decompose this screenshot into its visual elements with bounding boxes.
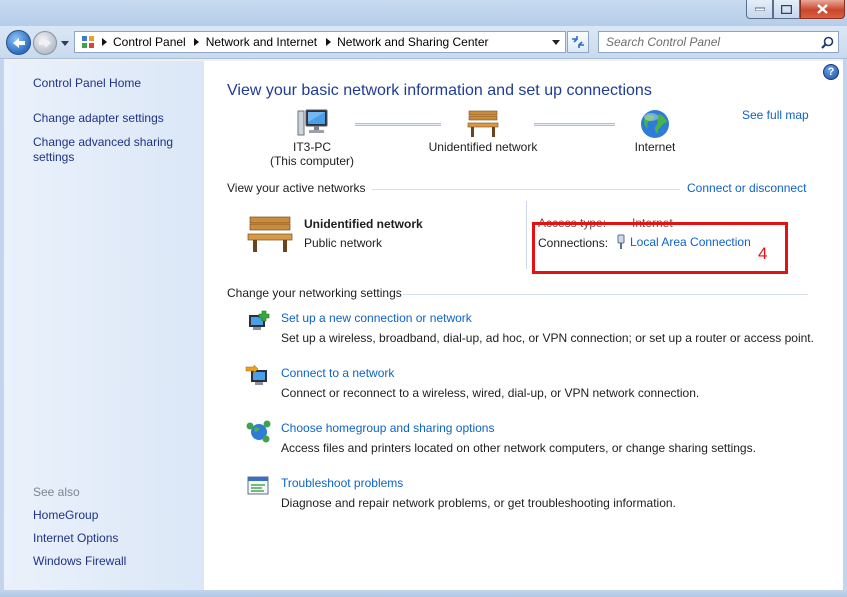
new-connection-icon: [245, 308, 271, 334]
close-button[interactable]: [800, 0, 845, 19]
connect-network-icon: [245, 363, 271, 389]
connect-or-disconnect-link[interactable]: Connect or disconnect: [687, 181, 806, 195]
globe-icon: [620, 108, 690, 140]
forward-button[interactable]: [33, 31, 57, 55]
breadcrumb: Control Panel Network and Internet Netwo…: [111, 32, 493, 52]
maximize-icon: [781, 4, 792, 14]
window-frame-bottom: [0, 590, 847, 597]
window-frame-right: [843, 59, 847, 590]
arrow-left-icon: [12, 37, 25, 48]
map-node-internet[interactable]: Internet: [620, 108, 690, 154]
search-box: [598, 31, 839, 53]
computer-name: IT3-PC: [292, 140, 331, 154]
troubleshoot-icon: [245, 473, 271, 499]
minimize-button[interactable]: [746, 0, 773, 19]
setup-connection-desc: Set up a wireless, broadband, dial-up, a…: [281, 331, 814, 345]
windows-firewall-link[interactable]: Windows Firewall: [33, 554, 198, 569]
close-icon: [817, 4, 828, 14]
connect-network-link[interactable]: Connect to a network: [281, 366, 394, 380]
help-icon: ?: [827, 66, 835, 78]
title-bar: [0, 0, 847, 26]
breadcrumb-network-and-sharing-center[interactable]: Network and Sharing Center: [335, 35, 492, 49]
navigation-bar: Control Panel Network and Internet Netwo…: [0, 26, 847, 59]
active-networks-title: View your active networks: [227, 181, 366, 195]
breadcrumb-chevron-icon[interactable]: [97, 32, 111, 52]
network-node-label: Unidentified network: [428, 140, 538, 154]
homegroup-sharing-link[interactable]: Choose homegroup and sharing options: [281, 421, 494, 435]
breadcrumb-control-panel[interactable]: Control Panel: [111, 35, 190, 49]
section-divider: [403, 294, 808, 295]
troubleshoot-desc: Diagnose and repair network problems, or…: [281, 496, 676, 510]
change-adapter-settings-link[interactable]: Change adapter settings: [33, 111, 198, 126]
active-network-category[interactable]: Public network: [304, 236, 382, 250]
search-input[interactable]: [599, 32, 809, 52]
setup-connection-link[interactable]: Set up a new connection or network: [281, 311, 472, 325]
caption-buttons: [746, 0, 845, 19]
bench-icon: [418, 108, 548, 140]
arrow-right-icon: [39, 38, 51, 48]
breadcrumb-chevron-icon[interactable]: [321, 32, 335, 52]
computer-note: (This computer): [269, 154, 355, 168]
networking-settings-title: Change your networking settings: [227, 286, 402, 300]
section-divider: [372, 189, 680, 190]
refresh-button[interactable]: [567, 31, 589, 53]
address-dropdown-button[interactable]: [551, 37, 561, 47]
homegroup-sharing-desc: Access files and printers located on oth…: [281, 441, 756, 455]
left-navigation-pane: Control Panel Home Change adapter settin…: [4, 61, 204, 590]
refresh-icon: [572, 36, 584, 48]
map-node-computer[interactable]: IT3-PC (This computer): [260, 108, 364, 168]
map-node-network[interactable]: Unidentified network: [418, 108, 548, 154]
see-full-map-link[interactable]: See full map: [742, 108, 809, 122]
connect-network-desc: Connect or reconnect to a wireless, wire…: [281, 386, 700, 400]
active-network-bench-icon: [246, 213, 294, 256]
troubleshoot-link[interactable]: Troubleshoot problems: [281, 476, 403, 490]
minimize-icon: [754, 7, 765, 11]
internet-node-label: Internet: [634, 140, 676, 154]
annotation-number: 4: [758, 244, 768, 263]
homegroup-link[interactable]: HomeGroup: [33, 508, 198, 523]
homegroup-icon: [245, 418, 271, 444]
recent-pages-button[interactable]: [60, 38, 70, 48]
control-panel-icon: [79, 33, 97, 51]
control-panel-home-link[interactable]: Control Panel Home: [33, 76, 198, 91]
active-network-name: Unidentified network: [304, 217, 423, 231]
breadcrumb-network-and-internet[interactable]: Network and Internet: [204, 35, 321, 49]
vertical-divider: [526, 201, 527, 269]
maximize-button[interactable]: [773, 0, 800, 19]
annotation-highlight-box: [532, 222, 788, 274]
computer-icon: [260, 108, 364, 140]
main-content-pane: ? View your basic network information an…: [204, 61, 843, 590]
breadcrumb-chevron-icon[interactable]: [190, 32, 204, 52]
internet-options-link[interactable]: Internet Options: [33, 531, 198, 546]
chevron-down-icon: [552, 39, 560, 45]
page-title: View your basic network information and …: [227, 82, 652, 99]
see-also-label: See also: [33, 485, 80, 499]
map-link-network-internet: [534, 123, 615, 126]
chevron-down-icon: [61, 40, 69, 46]
address-bar[interactable]: Control Panel Network and Internet Netwo…: [74, 31, 566, 53]
back-button[interactable]: [6, 30, 31, 55]
search-icon[interactable]: [819, 34, 835, 50]
change-advanced-sharing-settings-link[interactable]: Change advanced sharing settings: [33, 135, 198, 165]
help-button[interactable]: ?: [823, 64, 839, 80]
